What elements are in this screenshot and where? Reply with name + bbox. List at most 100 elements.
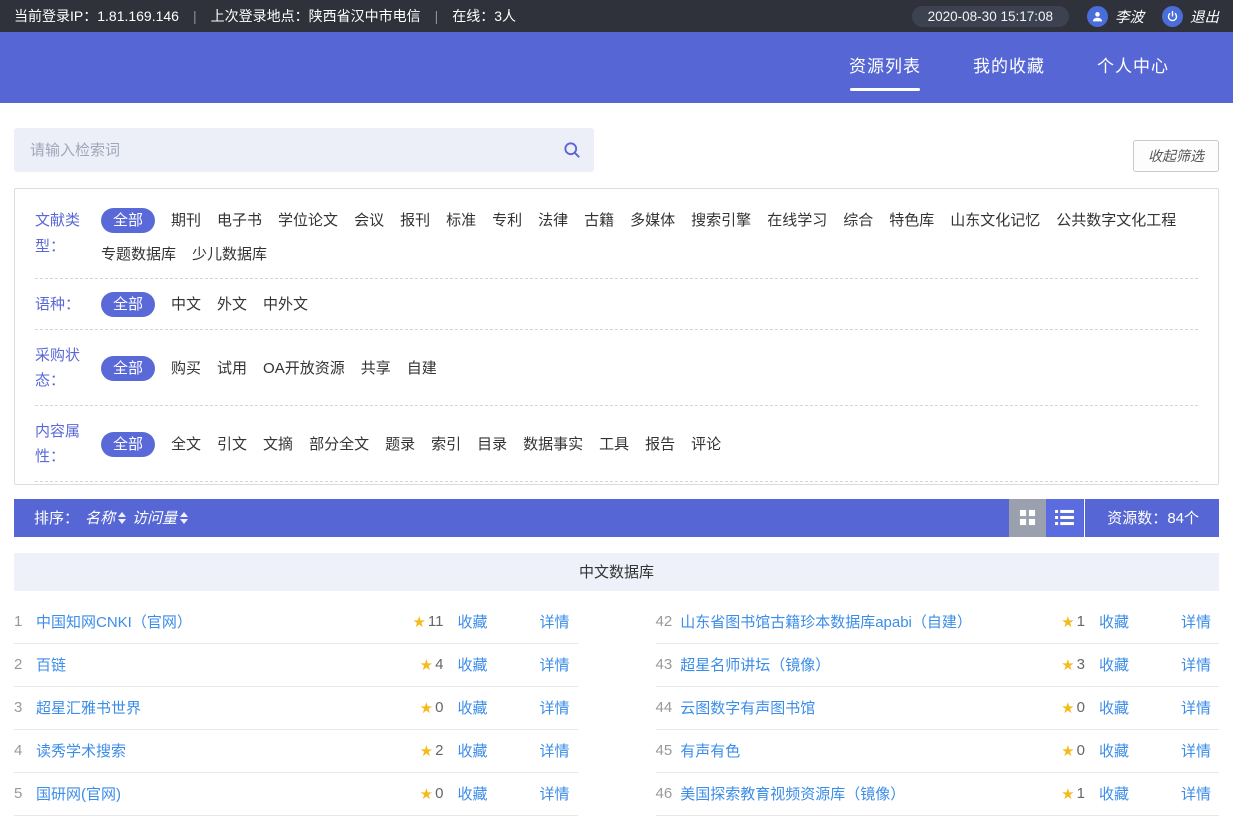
- resource-name-link[interactable]: 超星名师讲坛（镜像）: [680, 654, 1061, 675]
- resource-name-link[interactable]: 超星汇雅书世界: [36, 697, 420, 718]
- filter-option[interactable]: 部分全文: [309, 432, 369, 457]
- login-info: 当前登录IP：1.81.169.146 | 上次登录地点：陕西省汉中市电信 | …: [14, 6, 516, 26]
- filter-option[interactable]: 全文: [171, 432, 201, 457]
- user-menu[interactable]: 李波: [1087, 6, 1144, 27]
- filter-option-selected[interactable]: 全部: [101, 292, 155, 317]
- filter-option[interactable]: 会议: [354, 208, 384, 233]
- collect-link[interactable]: 收藏: [457, 697, 487, 718]
- filter-option[interactable]: 外文: [217, 292, 247, 317]
- filter-option-selected[interactable]: 全部: [101, 356, 155, 381]
- resource-name-link[interactable]: 有声有色: [680, 740, 1061, 761]
- filter-option[interactable]: 报告: [645, 432, 675, 457]
- search-box: [14, 128, 594, 172]
- filter-option[interactable]: 学位论文: [278, 208, 338, 233]
- filter-option[interactable]: 工具: [599, 432, 629, 457]
- filter-option[interactable]: 综合: [843, 208, 873, 233]
- resource-count-label: 资源数：: [1107, 510, 1167, 527]
- filter-option-selected[interactable]: 全部: [101, 432, 155, 457]
- detail-link[interactable]: 详情: [1181, 654, 1211, 675]
- resource-name-link[interactable]: 山东省图书馆古籍珍本数据库apabi（自建）: [680, 611, 1061, 632]
- filter-option[interactable]: 在线学习: [767, 208, 827, 233]
- collect-link[interactable]: 收藏: [1099, 740, 1129, 761]
- collapse-filter-button[interactable]: 收起筛选: [1133, 140, 1219, 172]
- star-icon: ★: [1061, 656, 1074, 674]
- filter-option[interactable]: 公共数字文化工程: [1056, 208, 1176, 233]
- filter-option[interactable]: 特色库: [889, 208, 934, 233]
- sort-name-label: 名称: [85, 507, 115, 528]
- resource-name-link[interactable]: 读秀学术搜索: [36, 740, 420, 761]
- filter-option[interactable]: 评论: [691, 432, 721, 457]
- detail-link[interactable]: 详情: [1181, 740, 1211, 761]
- resource-index: 42: [656, 613, 673, 630]
- resource-row: 4读秀学术搜索★2收藏详情: [14, 730, 578, 773]
- tab-my-favorites[interactable]: 我的收藏: [971, 42, 1047, 93]
- filter-option[interactable]: 少儿数据库: [192, 242, 267, 267]
- collect-link[interactable]: 收藏: [457, 611, 487, 632]
- filter-option[interactable]: 文摘: [263, 432, 293, 457]
- resource-name-link[interactable]: 百链: [36, 654, 420, 675]
- search-input[interactable]: [14, 142, 550, 159]
- filter-option[interactable]: OA开放资源: [263, 356, 345, 381]
- filter-option[interactable]: 试用: [217, 356, 247, 381]
- filter-option[interactable]: 购买: [171, 356, 201, 381]
- filter-option[interactable]: 期刊: [171, 208, 201, 233]
- collect-link[interactable]: 收藏: [1099, 697, 1129, 718]
- filter-option[interactable]: 古籍: [584, 208, 614, 233]
- resource-name-link[interactable]: 中国知网CNKI（官网）: [36, 611, 412, 632]
- detail-link[interactable]: 详情: [1181, 783, 1211, 804]
- detail-link[interactable]: 详情: [539, 611, 569, 632]
- resource-name-link[interactable]: 国研网(官网): [36, 783, 420, 804]
- filter-option[interactable]: 电子书: [217, 208, 262, 233]
- filter-row: 语种：全部中文外文中外文: [35, 279, 1198, 330]
- filter-option[interactable]: 目录: [477, 432, 507, 457]
- grid-view-button[interactable]: [1009, 499, 1046, 537]
- filter-option[interactable]: 中外文: [263, 292, 308, 317]
- filter-option[interactable]: 搜索引擎: [691, 208, 751, 233]
- star-icon: ★: [412, 613, 425, 631]
- detail-link[interactable]: 详情: [539, 783, 569, 804]
- detail-link[interactable]: 详情: [1181, 697, 1211, 718]
- grid-view-icon: [1019, 509, 1036, 526]
- filter-option[interactable]: 专题数据库: [101, 242, 176, 267]
- filter-option[interactable]: 山东文化记忆: [950, 208, 1040, 233]
- filter-option[interactable]: 共享: [361, 356, 391, 381]
- detail-link[interactable]: 详情: [539, 654, 569, 675]
- filter-option[interactable]: 索引: [431, 432, 461, 457]
- logout-button[interactable]: 退出: [1162, 6, 1219, 27]
- resource-name-link[interactable]: 美国探索教育视频资源库（镜像）: [680, 783, 1061, 804]
- search-icon[interactable]: [550, 140, 594, 160]
- detail-link[interactable]: 详情: [539, 740, 569, 761]
- collect-link[interactable]: 收藏: [457, 654, 487, 675]
- resource-name-link[interactable]: 云图数字有声图书馆: [680, 697, 1061, 718]
- list-view-button[interactable]: [1046, 499, 1083, 537]
- tab-resource-list[interactable]: 资源列表: [847, 42, 923, 93]
- collect-link[interactable]: 收藏: [457, 740, 487, 761]
- filter-option[interactable]: 数据事实: [523, 432, 583, 457]
- filter-option[interactable]: 中文: [171, 292, 201, 317]
- sort-by-name-button[interactable]: 名称: [85, 507, 126, 528]
- resource-row: 6超星数字图书馆（远程）★0收藏详情: [14, 816, 578, 820]
- filter-option-selected[interactable]: 全部: [101, 208, 155, 233]
- detail-link[interactable]: 详情: [1181, 611, 1211, 632]
- collect-link[interactable]: 收藏: [457, 783, 487, 804]
- filter-option[interactable]: 法律: [538, 208, 568, 233]
- sort-visits-label: 访问量: [132, 507, 177, 528]
- filter-option[interactable]: 题录: [385, 432, 415, 457]
- filter-option[interactable]: 标准: [446, 208, 476, 233]
- filter-option[interactable]: 报刊: [400, 208, 430, 233]
- collect-link[interactable]: 收藏: [1099, 654, 1129, 675]
- collect-link[interactable]: 收藏: [1099, 783, 1129, 804]
- filter-option[interactable]: 多媒体: [630, 208, 675, 233]
- filter-options: 全部全文引文文摘部分全文题录索引目录数据事实工具报告评论: [101, 419, 1198, 470]
- sort-by-visits-button[interactable]: 访问量: [132, 507, 188, 528]
- resource-list: 1中国知网CNKI（官网）★11收藏详情2百链★4收藏详情3超星汇雅书世界★0收…: [14, 601, 1219, 820]
- filter-option[interactable]: 引文: [217, 432, 247, 457]
- filter-option[interactable]: 自建: [407, 356, 437, 381]
- collect-link[interactable]: 收藏: [1099, 611, 1129, 632]
- filter-option[interactable]: 专利: [492, 208, 522, 233]
- detail-link[interactable]: 详情: [539, 697, 569, 718]
- resource-count: 资源数：84个: [1085, 507, 1219, 528]
- resource-index: 2: [14, 656, 28, 673]
- tab-personal-center[interactable]: 个人中心: [1095, 42, 1171, 93]
- star-count: 0: [1077, 742, 1085, 759]
